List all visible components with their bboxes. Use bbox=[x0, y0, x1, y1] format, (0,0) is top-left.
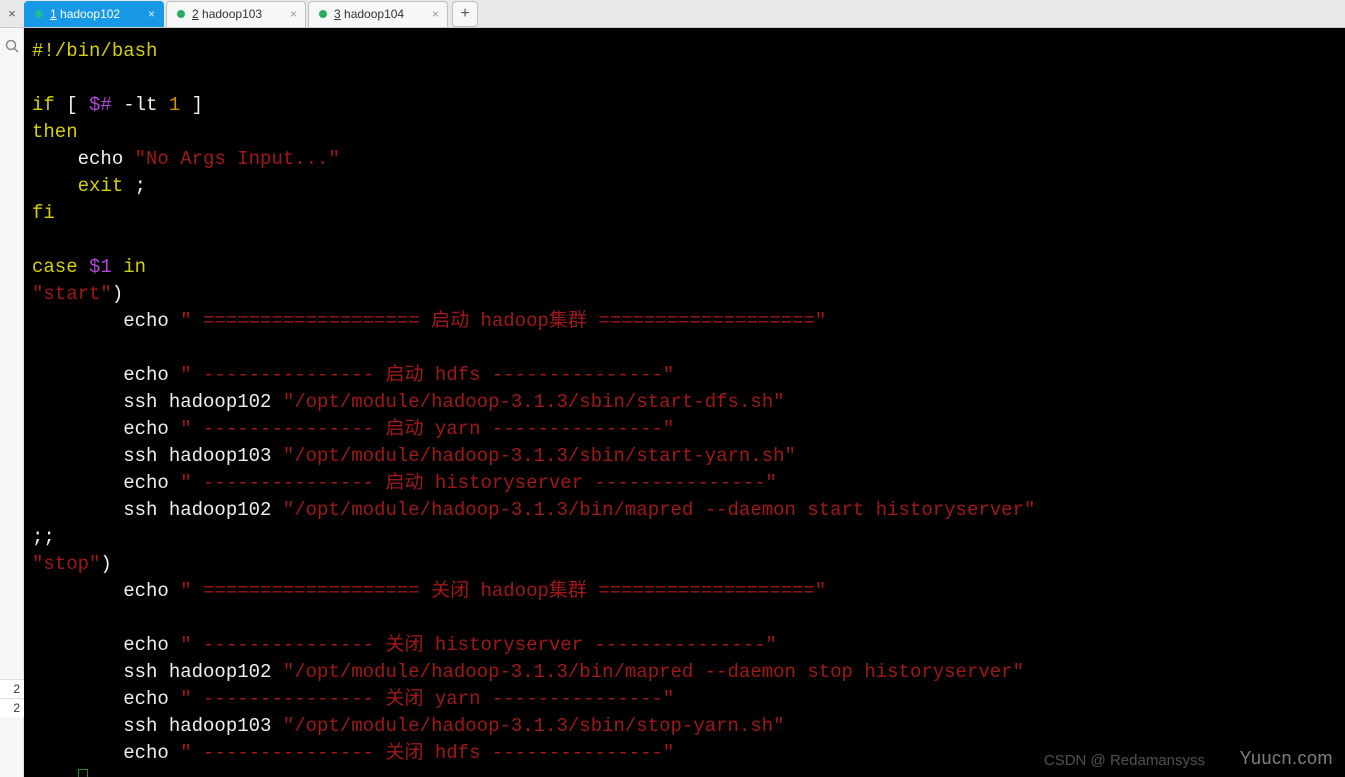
content-row: #!/bin/bash if [ $# -lt 1 ] then echo "N… bbox=[0, 28, 1345, 777]
watermark-yuucn: Yuucn.com bbox=[1239, 748, 1333, 769]
search-icon[interactable] bbox=[4, 38, 20, 54]
tab-label: 2 hadoop103 bbox=[192, 7, 280, 21]
tab-hadoop104[interactable]: 3 hadoop104 × bbox=[308, 1, 448, 27]
cursor bbox=[78, 769, 88, 777]
add-tab-button[interactable]: + bbox=[452, 1, 478, 27]
tab-bar: × 1 hadoop102 × 2 hadoop103 × 3 hadoop104 × + bbox=[0, 0, 1345, 28]
code-editor[interactable]: #!/bin/bash if [ $# -lt 1 ] then echo "N… bbox=[24, 28, 1345, 777]
tab-hadoop103[interactable]: 2 hadoop103 × bbox=[166, 1, 306, 27]
status-dot-icon bbox=[35, 10, 43, 18]
status-dot-icon bbox=[177, 10, 185, 18]
close-icon[interactable]: × bbox=[290, 7, 297, 21]
close-panel-icon[interactable]: × bbox=[0, 6, 24, 21]
close-icon[interactable]: × bbox=[148, 7, 155, 21]
sidebar-row: 2 bbox=[0, 679, 24, 698]
tab-label: 1 hadoop102 bbox=[50, 7, 138, 21]
sidebar-row: 2 bbox=[0, 698, 24, 717]
status-dot-icon bbox=[319, 10, 327, 18]
left-sidebar-fragment: 22 bbox=[0, 679, 24, 717]
tab-label: 3 hadoop104 bbox=[334, 7, 422, 21]
tab-hadoop102[interactable]: 1 hadoop102 × bbox=[24, 1, 164, 27]
close-icon[interactable]: × bbox=[432, 7, 439, 21]
watermark-csdn: CSDN @ Redamansyss bbox=[1044, 752, 1205, 769]
left-gutter bbox=[0, 28, 24, 777]
